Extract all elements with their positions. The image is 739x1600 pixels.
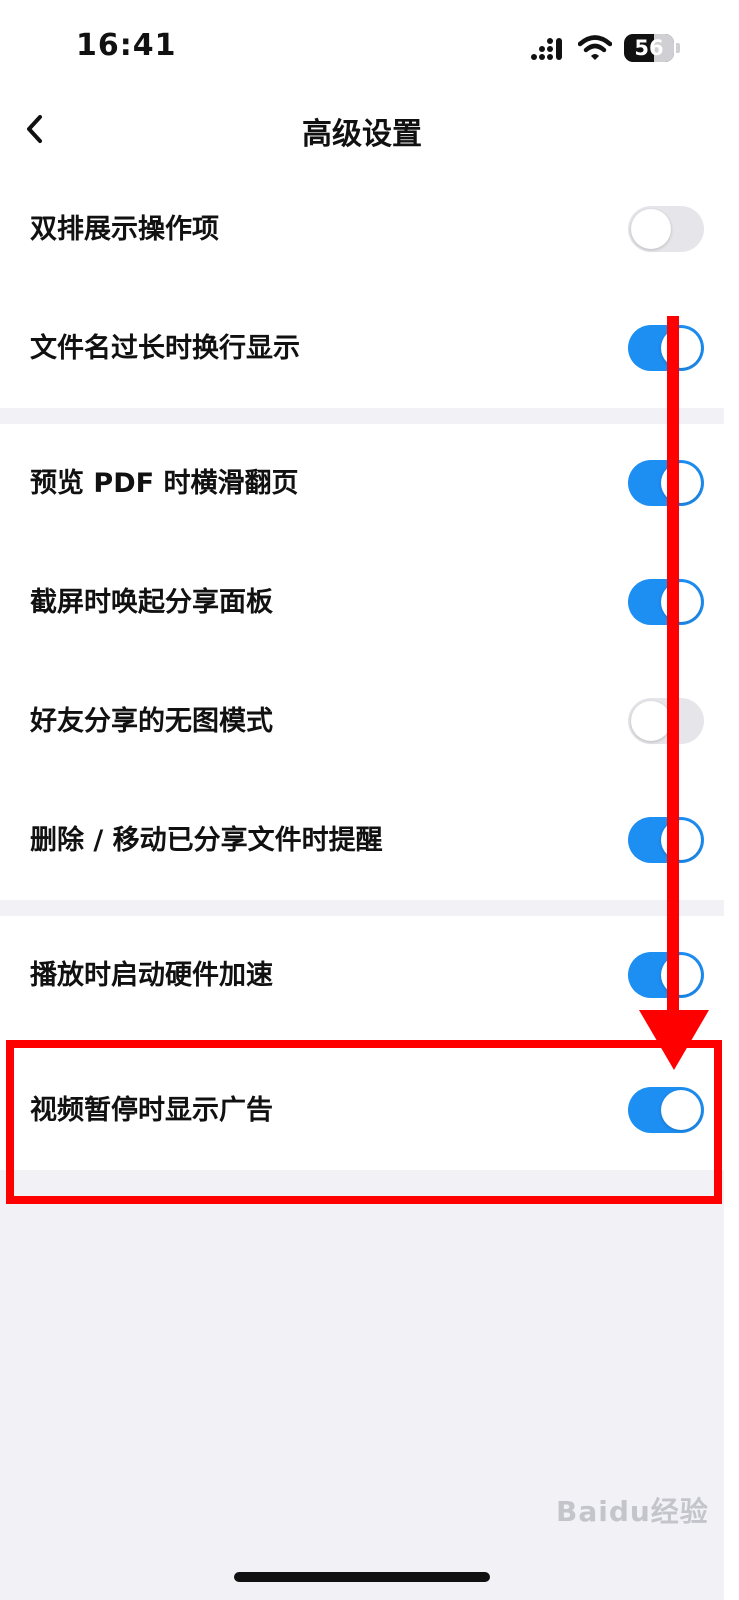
setting-label: 文件名过长时换行显示 — [30, 333, 300, 364]
setting-toggle[interactable] — [628, 460, 704, 506]
battery-cap — [676, 43, 680, 53]
battery-icon: 56 — [624, 34, 674, 62]
setting-toggle[interactable] — [628, 325, 704, 371]
cellular-signal-icon — [531, 38, 562, 60]
setting-toggle[interactable] — [628, 579, 704, 625]
setting-label: 播放时启动硬件加速 — [30, 960, 273, 991]
setting-row: 预览 PDF 时横滑翻页 — [0, 424, 724, 543]
setting-toggle[interactable] — [628, 206, 704, 252]
right-edge-strip — [724, 0, 739, 1600]
status-time: 16:41 — [76, 28, 177, 63]
setting-row: 删除 / 移动已分享文件时提醒 — [0, 781, 724, 900]
status-bar: 16:41 56 — [0, 0, 724, 95]
home-indicator — [234, 1572, 490, 1582]
setting-row: 双排展示操作项 — [0, 170, 724, 289]
toggle-knob — [631, 701, 671, 741]
setting-row: 文件名过长时换行显示 — [0, 289, 724, 408]
setting-label: 好友分享的无图模式 — [30, 706, 273, 737]
nav-bar: 高级设置 — [0, 95, 724, 170]
watermark-logo: Baidu经验 — [556, 1495, 709, 1528]
setting-toggle[interactable] — [628, 698, 704, 744]
annotation-arrow-shaft — [667, 316, 679, 1016]
annotation-highlight-box — [6, 1040, 722, 1204]
settings-section-1: 双排展示操作项 文件名过长时换行显示 — [0, 170, 724, 408]
wifi-icon — [578, 35, 612, 60]
setting-row: 播放时启动硬件加速 — [0, 916, 724, 1035]
setting-toggle[interactable] — [628, 817, 704, 863]
page-title: 高级设置 — [302, 117, 422, 152]
setting-row: 截屏时唤起分享面板 — [0, 543, 724, 662]
screen: 16:41 56 高级设置 双排展示操作项 文件名过长时换行显示 预览 PDF … — [0, 0, 724, 1600]
battery-level: 56 — [634, 36, 664, 60]
setting-label: 预览 PDF 时横滑翻页 — [30, 468, 299, 499]
setting-row: 好友分享的无图模式 — [0, 662, 724, 781]
settings-section-2: 预览 PDF 时横滑翻页 截屏时唤起分享面板 好友分享的无图模式 删除 / 移动… — [0, 424, 724, 900]
setting-label: 双排展示操作项 — [30, 214, 219, 245]
toggle-knob — [631, 209, 671, 249]
setting-toggle[interactable] — [628, 952, 704, 998]
setting-label: 截屏时唤起分享面板 — [30, 587, 273, 618]
setting-label: 删除 / 移动已分享文件时提醒 — [30, 825, 383, 856]
